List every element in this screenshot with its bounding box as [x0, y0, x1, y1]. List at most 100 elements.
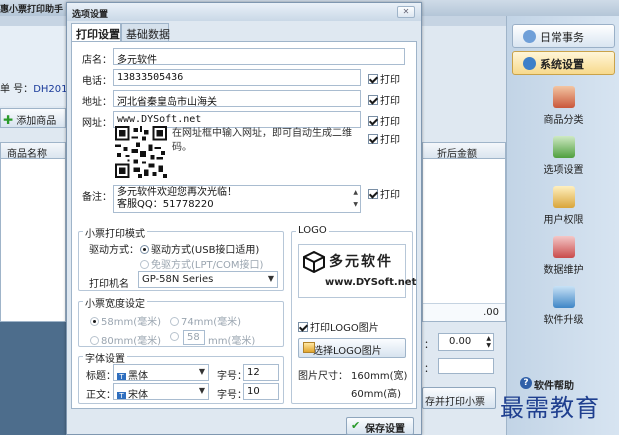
checkbox-checked-icon [368, 189, 378, 199]
checkbox-checked-icon [368, 74, 378, 84]
body-font-label: 正文： [86, 390, 116, 401]
print-address-label: 打印 [380, 96, 400, 107]
checkbox-checked-icon [368, 116, 378, 126]
ticket-width-title: 小票宽度设定 [83, 295, 147, 310]
store-name-label: 店名： [82, 55, 112, 66]
address-field[interactable]: 河北省秦皇岛市山海关 [113, 90, 361, 107]
radio-width-74[interactable]: 74mm(毫米) [170, 313, 241, 328]
logo-brand-text: 多元软件 [329, 254, 393, 270]
radio-empty-icon [140, 260, 149, 269]
sidebar-item-label: 用户权限 [543, 215, 584, 226]
radio-driverless-mode[interactable]: 免驱方式(LPT/COM接口) [140, 256, 263, 271]
chevron-down-icon: ▼ [198, 386, 205, 395]
print-qr-checkbox[interactable]: 打印 [368, 131, 400, 146]
tab-daily-affairs[interactable]: 日常事务 [512, 24, 615, 48]
title-font-value: 黑体 [128, 371, 148, 381]
chevron-down-icon: ▼ [267, 274, 274, 283]
print-phone-checkbox[interactable]: 打印 [368, 71, 400, 86]
memo-text: 多元软件欢迎您再次光临！ 客服QQ：51778220 [117, 187, 237, 210]
summary-panel [0, 322, 66, 435]
radio-width-74-label: 74mm(毫米) [181, 317, 242, 328]
choose-logo-button[interactable]: 选择LOGO图片 [298, 338, 406, 358]
amount-stepper-value: 0.00 [449, 336, 472, 347]
save-and-print-button[interactable]: 存并打印小票 [422, 387, 496, 409]
phone-field[interactable]: 13833505436 [113, 69, 361, 86]
print-memo-label: 打印 [380, 190, 400, 201]
sidebar-item-label: 选项设置 [543, 165, 584, 176]
radio-driver-mode[interactable]: 驱动方式(USB接口适用) [140, 241, 259, 256]
sidebar-item-label: 数据维护 [543, 265, 584, 276]
logo-group-title: LOGO [296, 225, 329, 236]
body-size-field[interactable]: 10 [243, 383, 279, 400]
body-font-select[interactable]: T 宋体 ▼ [113, 383, 209, 400]
stepper-arrows-icon[interactable]: ▲ ▼ [486, 335, 491, 349]
tab-print-settings[interactable]: 打印设置 [71, 23, 121, 42]
title-font-select[interactable]: T 黑体 ▼ [113, 364, 209, 381]
scroll-arrows-icon[interactable]: ▲ ▼ [353, 187, 358, 211]
sidebar-item-label: 商品分类 [543, 115, 584, 126]
address-label: 地址： [82, 97, 112, 108]
watermark-text: 最需教育 [500, 394, 600, 422]
qr-code-hint: 在网址框中输入网址，即可自动生成二维码。 [172, 128, 352, 153]
font-settings-title: 字体设置 [83, 350, 127, 365]
sidebar-item-options[interactable]: 选项设置 [512, 136, 615, 176]
print-url-label: 打印 [380, 117, 400, 128]
print-url-checkbox[interactable]: 打印 [368, 113, 400, 128]
upgrade-icon [552, 286, 575, 308]
amount-stepper[interactable]: 0.00 ▲ ▼ [438, 333, 494, 351]
goods-grid[interactable]: 商品名称 [0, 142, 66, 322]
print-mode-title: 小票打印模式 [83, 225, 147, 240]
calendar-icon [523, 30, 536, 43]
logo-preview: 多元软件 www.DYSoft.net [298, 244, 416, 298]
memo-textarea[interactable]: 多元软件欢迎您再次光临！ 客服QQ：51778220 ▲ ▼ [113, 185, 361, 213]
order-number-row: 单 号：DH201 [0, 80, 66, 95]
close-icon[interactable]: ✕ [397, 6, 415, 18]
folder-icon [303, 342, 315, 353]
tab-system-settings[interactable]: 系统设置 [512, 51, 615, 75]
title-size-field[interactable]: 12 [243, 364, 279, 381]
grid-header-discount-amount[interactable]: 折后金额 [423, 143, 505, 160]
radio-selected-icon [140, 245, 149, 254]
radio-driverless-mode-label: 免驱方式(LPT/COM接口) [151, 260, 264, 271]
radio-width-custom[interactable] [170, 332, 181, 343]
sidebar-item-data-maintenance[interactable]: 数据维护 [512, 236, 615, 276]
memo-label: 备注： [82, 192, 112, 203]
radio-driver-mode-label: 驱动方式(USB接口适用) [151, 245, 260, 256]
grid-header-goods-name[interactable]: 商品名称 [1, 143, 65, 159]
radio-width-80-label: 80mm(毫米) [101, 336, 162, 347]
radio-width-58[interactable]: 58mm(毫米) [90, 313, 161, 328]
radio-width-80[interactable]: 80mm(毫米) [90, 332, 161, 347]
order-number-label: 单 号： [0, 84, 34, 95]
print-memo-checkbox[interactable]: 打印 [368, 186, 400, 201]
sidebar-item-software-upgrade[interactable]: 软件升级 [512, 286, 615, 326]
print-phone-label: 打印 [380, 75, 400, 86]
category-book-icon [552, 86, 575, 108]
font-icon: T [117, 373, 126, 380]
printer-name-label: 打印机名 [89, 279, 129, 290]
body-font-value: 宋体 [128, 390, 148, 400]
logo-cube-icon [303, 251, 325, 273]
tab-system-settings-label: 系统设置 [540, 58, 584, 71]
amount-field-2[interactable] [438, 358, 494, 374]
chevron-down-icon: ▼ [198, 367, 205, 376]
sidebar-item-user-permissions[interactable]: 用户权限 [512, 186, 615, 226]
goods-grid-right[interactable]: 折后金额 .00 [422, 142, 506, 322]
custom-width-field[interactable]: 58 [183, 330, 205, 345]
order-number-value: DH201 [33, 84, 66, 95]
field-colon: ： [424, 340, 434, 351]
print-logo-checkbox[interactable]: 打印LOGO图片 [298, 319, 379, 334]
store-name-field[interactable]: 多元软件 [113, 48, 405, 65]
radio-empty-icon [90, 336, 99, 345]
checklist-icon [552, 136, 575, 158]
save-settings-button[interactable]: ✔ 保存设置 [346, 417, 414, 435]
print-address-checkbox[interactable]: 打印 [368, 92, 400, 107]
gear-icon [523, 57, 536, 70]
title-font-label: 标题： [86, 371, 116, 382]
sidebar-item-goods-category[interactable]: 商品分类 [512, 86, 615, 126]
radio-empty-icon [170, 317, 179, 326]
add-goods-button[interactable]: ✚ 添加商品 [0, 108, 66, 128]
printer-select-value: GP-58N Series [142, 274, 214, 285]
tab-basic-data[interactable]: 基础数据 [121, 23, 170, 41]
radio-selected-icon [90, 317, 99, 326]
printer-select[interactable]: GP-58N Series ▼ [138, 271, 278, 288]
